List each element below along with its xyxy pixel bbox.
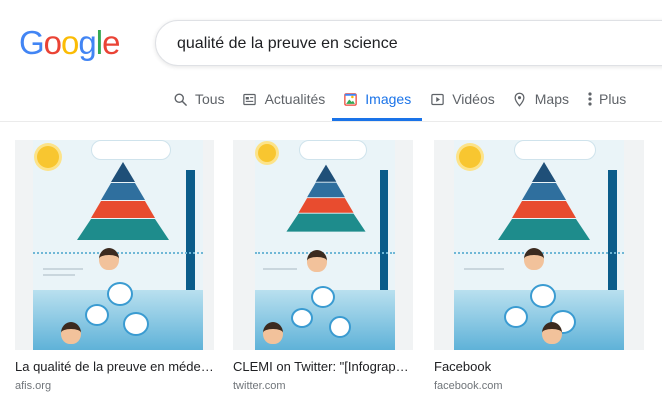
image-result[interactable]: CLEMI on Twitter: "[Infographi... twitte… bbox=[233, 140, 413, 393]
sun-graphic bbox=[459, 146, 481, 168]
tab-label: Actualités bbox=[264, 91, 326, 107]
image-result[interactable]: La qualité de la preuve en médec... afis… bbox=[15, 140, 214, 393]
tab-more[interactable]: Plus bbox=[586, 80, 626, 118]
character-graphic bbox=[263, 322, 283, 344]
bubble-graphic bbox=[504, 306, 528, 328]
character-graphic bbox=[307, 250, 327, 272]
text-line-graphic bbox=[43, 274, 75, 276]
tab-news[interactable]: Actualités bbox=[242, 80, 326, 118]
character-graphic bbox=[99, 248, 119, 270]
result-source: twitter.com bbox=[233, 380, 286, 392]
sun-graphic bbox=[37, 146, 59, 168]
tab-label: Images bbox=[365, 91, 412, 107]
result-caption[interactable]: Facebook bbox=[434, 358, 644, 375]
search-icon bbox=[172, 91, 188, 107]
sun-graphic bbox=[258, 144, 276, 162]
tabs-divider bbox=[0, 121, 662, 122]
image-result[interactable]: Facebook facebook.com bbox=[434, 140, 644, 393]
cloud-graphic bbox=[299, 140, 367, 160]
bubble-graphic bbox=[530, 284, 556, 308]
text-line-graphic bbox=[464, 268, 504, 270]
tab-videos[interactable]: Vidéos bbox=[429, 80, 495, 118]
bubble-graphic bbox=[107, 282, 133, 306]
search-input[interactable]: qualité de la preuve en science bbox=[177, 35, 398, 53]
cloud-graphic bbox=[514, 140, 596, 160]
bubble-graphic bbox=[123, 312, 149, 336]
news-icon bbox=[242, 91, 258, 107]
result-thumbnail[interactable] bbox=[233, 140, 413, 350]
tab-label: Plus bbox=[599, 91, 627, 107]
result-source: afis.org bbox=[15, 380, 52, 392]
tab-label: Maps bbox=[534, 91, 569, 107]
logo-letter: G bbox=[19, 24, 45, 61]
result-thumbnail[interactable] bbox=[15, 140, 214, 350]
character-graphic bbox=[542, 322, 562, 344]
infographic-image bbox=[454, 140, 624, 350]
map-pin-icon bbox=[512, 91, 528, 107]
result-caption[interactable]: La qualité de la preuve en médec... bbox=[15, 358, 214, 375]
character-graphic bbox=[524, 248, 544, 270]
tab-images[interactable]: Images bbox=[332, 80, 423, 121]
bubble-graphic bbox=[329, 316, 351, 338]
result-caption[interactable]: CLEMI on Twitter: "[Infographi... bbox=[233, 358, 413, 375]
search-tabs: Tous Actualités Images Vidéos Maps Plus bbox=[172, 80, 643, 122]
search-box[interactable]: qualité de la preuve en science bbox=[155, 20, 662, 66]
cloud-graphic bbox=[91, 140, 171, 160]
logo-letter: o bbox=[43, 24, 62, 61]
logo-letter: e bbox=[102, 24, 120, 61]
pyramid-graphic bbox=[73, 162, 173, 247]
text-line-graphic bbox=[43, 268, 83, 270]
video-icon bbox=[429, 91, 445, 107]
pyramid-graphic bbox=[283, 162, 369, 241]
image-icon bbox=[342, 91, 358, 107]
infographic-image bbox=[33, 140, 203, 350]
tab-label: Vidéos bbox=[452, 91, 495, 107]
tab-label: Tous bbox=[195, 91, 225, 107]
bubble-graphic bbox=[85, 304, 109, 326]
infographic-image bbox=[255, 140, 395, 350]
more-vert-icon bbox=[586, 91, 594, 107]
tab-maps[interactable]: Maps bbox=[512, 80, 569, 118]
google-logo[interactable]: Google bbox=[19, 24, 120, 61]
bubble-graphic bbox=[291, 308, 313, 328]
pyramid-graphic bbox=[494, 162, 594, 247]
bubble-graphic bbox=[311, 286, 335, 308]
character-graphic bbox=[61, 322, 81, 344]
text-line-graphic bbox=[263, 268, 297, 270]
logo-letter: g bbox=[78, 24, 96, 61]
result-source: facebook.com bbox=[434, 380, 503, 392]
tab-all[interactable]: Tous bbox=[172, 80, 225, 118]
result-thumbnail[interactable] bbox=[434, 140, 644, 350]
logo-letter: o bbox=[61, 24, 79, 61]
